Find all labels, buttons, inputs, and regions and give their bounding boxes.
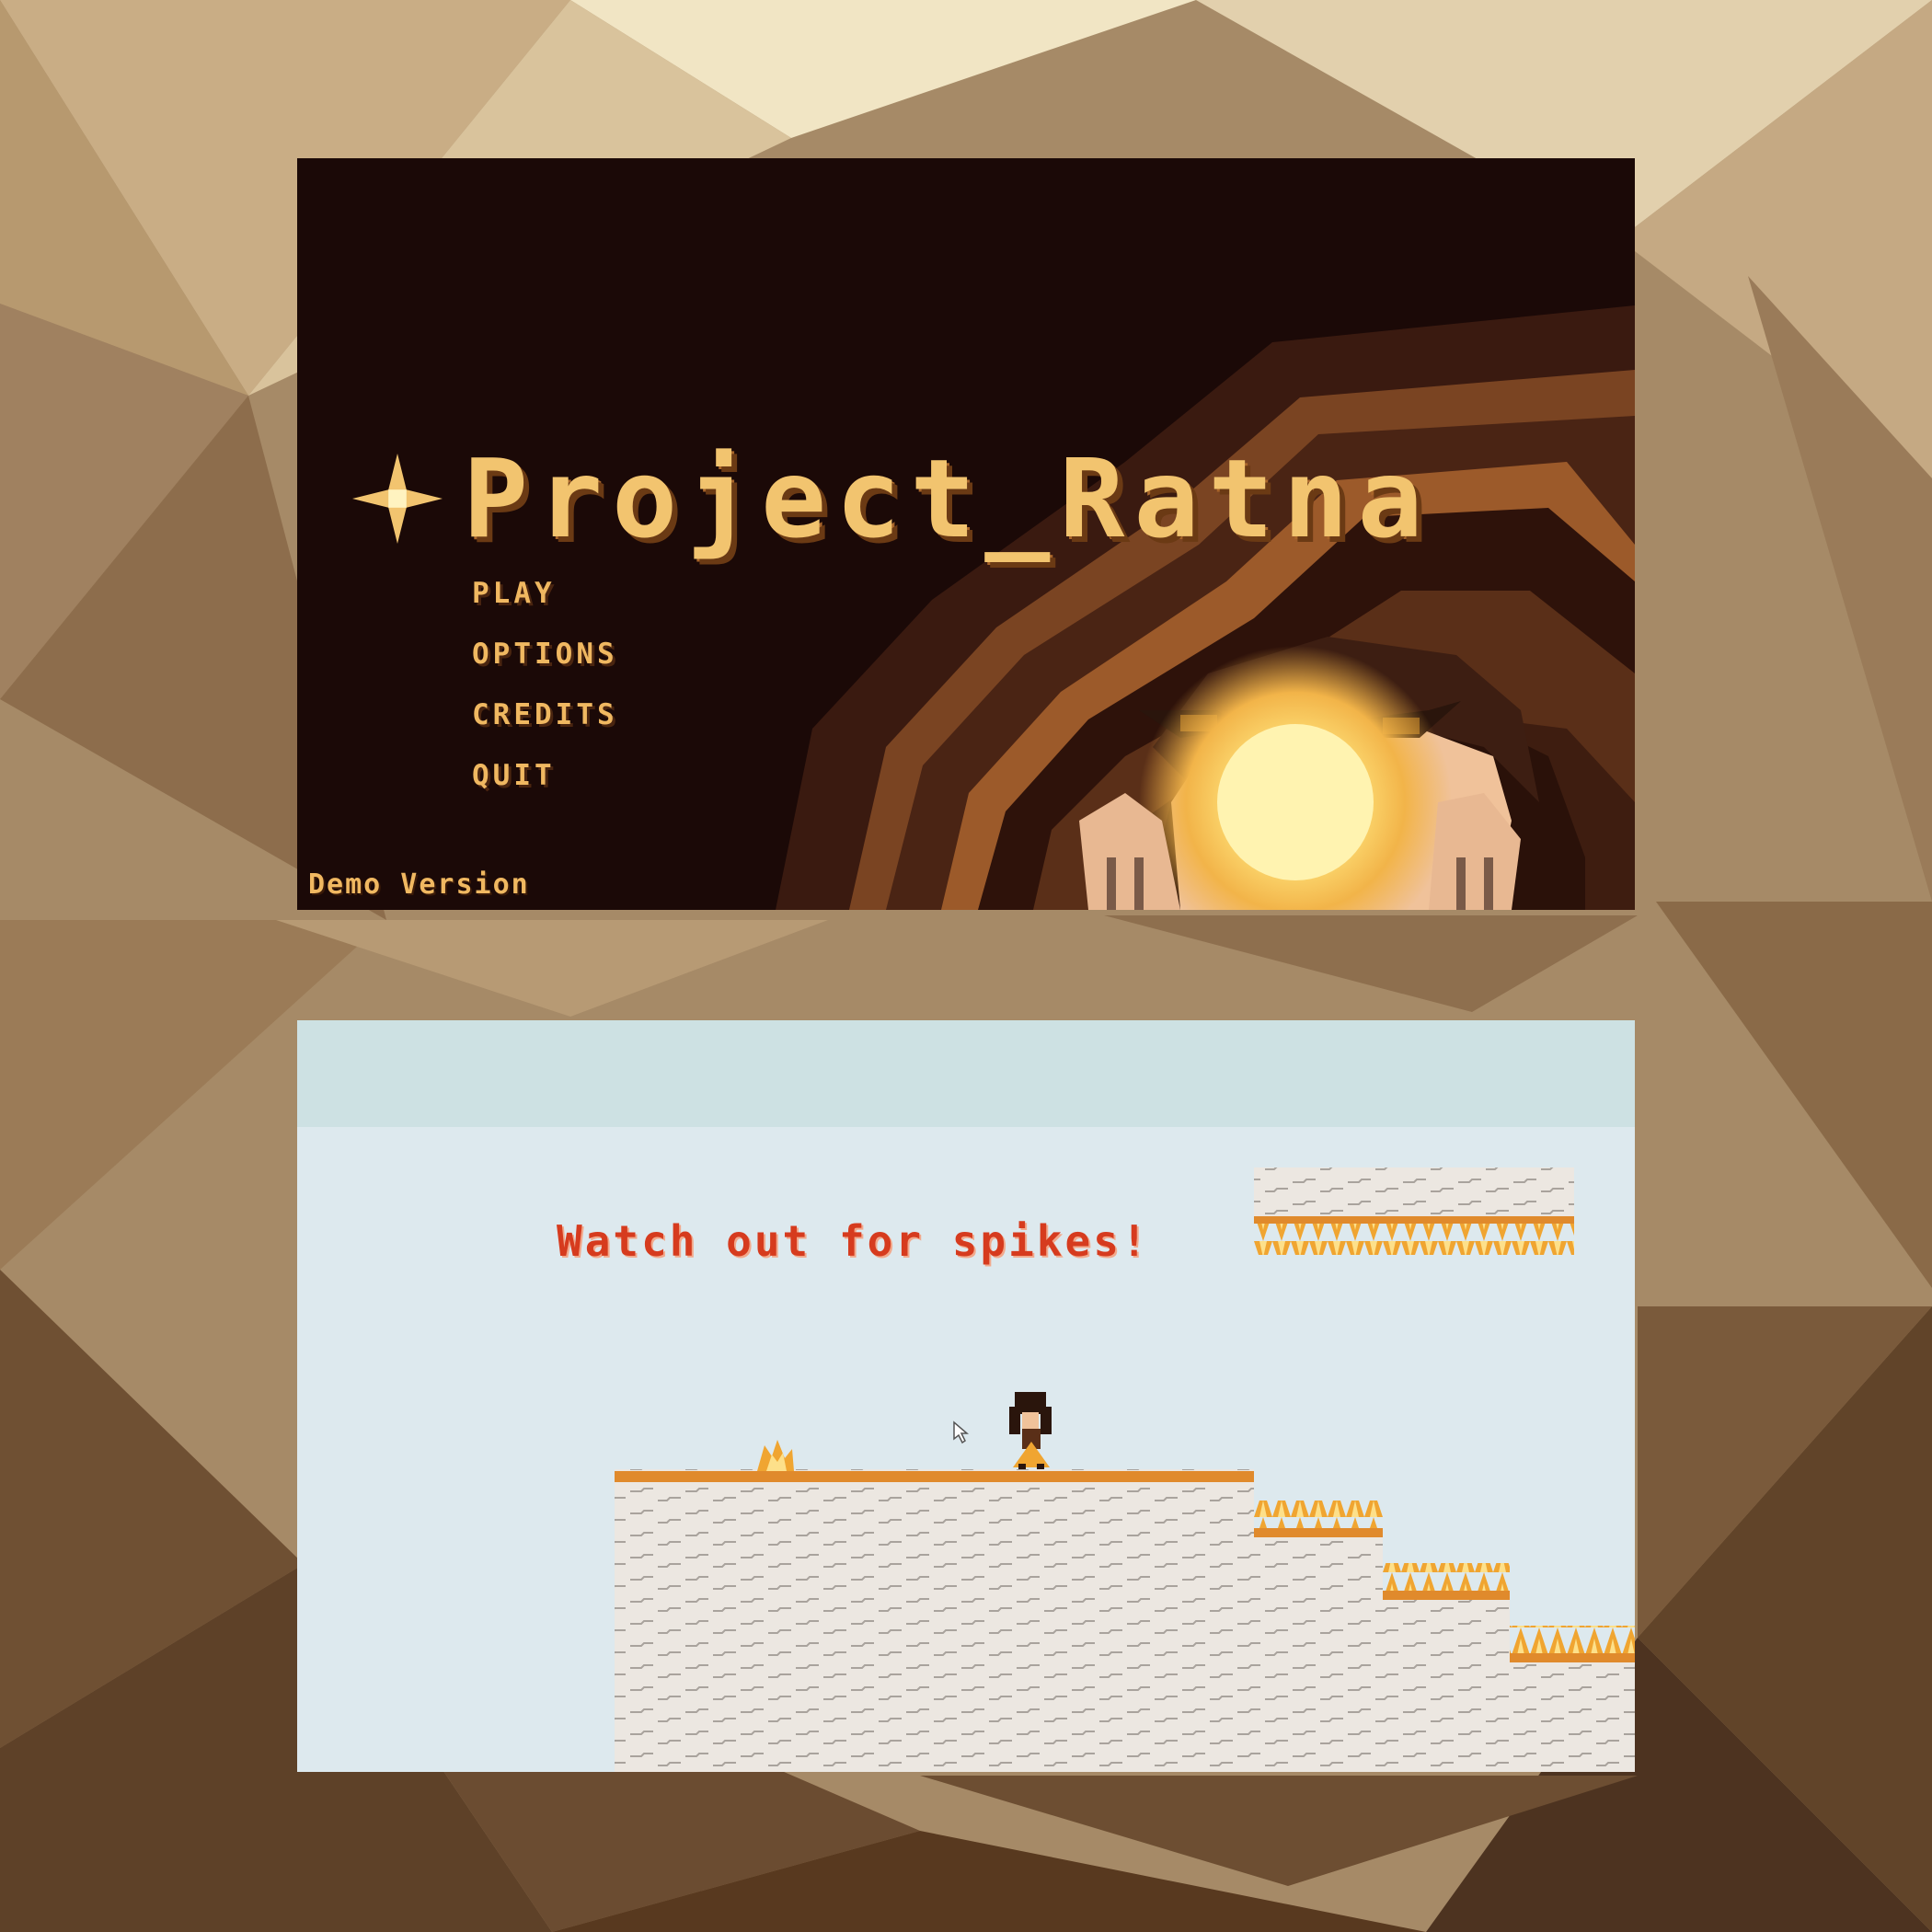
main-menu: PLAY OPTIONS CREDITS QUIT — [472, 563, 618, 806]
gameplay-screen: Watch out for spikes! — [297, 1020, 1635, 1772]
demo-version-label: Demo Version — [308, 868, 530, 901]
level-scene — [297, 1020, 1635, 1772]
menu-options[interactable]: OPTIONS — [472, 624, 618, 684]
menu-quit[interactable]: QUIT — [472, 745, 618, 806]
title-screen: Project_Ratna PLAY OPTIONS CREDITS QUIT … — [297, 158, 1635, 910]
sparkle-icon — [352, 454, 443, 544]
game-title-text: Project_Ratna — [463, 435, 1432, 562]
menu-credits[interactable]: CREDITS — [472, 684, 618, 745]
menu-play[interactable]: PLAY — [472, 563, 618, 624]
game-title: Project_Ratna — [352, 434, 1432, 563]
tutorial-hint-text: Watch out for spikes! — [557, 1216, 1150, 1266]
